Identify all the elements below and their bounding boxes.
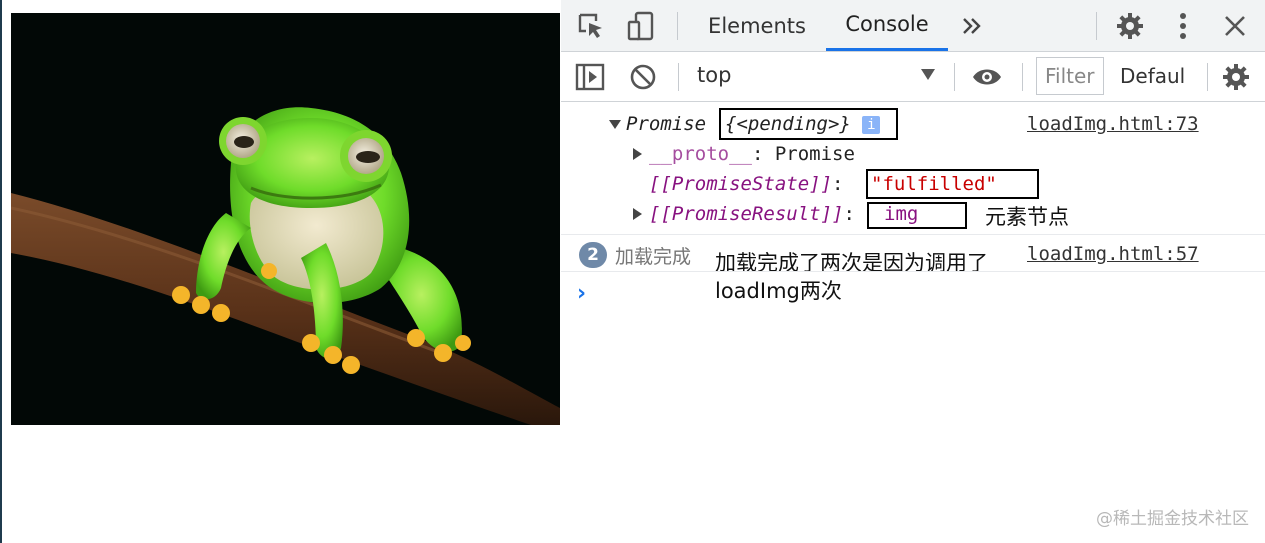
expand-proto-toggle[interactable] — [633, 148, 642, 160]
console-row-separator — [561, 271, 1265, 272]
expand-promise-toggle[interactable] — [609, 120, 621, 129]
promise-label: Promise — [626, 113, 707, 135]
info-icon[interactable]: i — [862, 115, 881, 134]
repeat-count-badge: 2 — [579, 242, 607, 268]
inspect-element-icon[interactable] — [577, 12, 605, 40]
promise-result-key: [[PromiseResult]] — [649, 203, 844, 225]
source-link-73[interactable]: loadImg.html:73 — [1027, 113, 1199, 135]
promise-result-value[interactable]: img — [884, 203, 918, 225]
annotation-load-twice: 加载完成了两次是因为调用了 loadImg两次 — [715, 249, 988, 305]
more-tabs-icon[interactable] — [959, 14, 985, 38]
live-expression-eye-icon[interactable] — [971, 65, 1003, 89]
context-dropdown-arrow-icon[interactable] — [921, 69, 935, 80]
promise-pending-state: {<pending>} i — [725, 113, 881, 135]
window-edge — [0, 0, 2, 543]
watermark: @稀土掘金技术社区 — [1096, 509, 1249, 529]
proto-value: Promise — [774, 143, 855, 165]
promise-state-separator: : — [832, 173, 844, 195]
annotation-line-2: loadImg两次 — [715, 279, 842, 303]
clear-console-icon[interactable] — [629, 63, 657, 91]
log-levels-dropdown[interactable]: Defaul — [1120, 64, 1185, 88]
proto-row: __proto__: Promise — [649, 143, 855, 165]
log-message: 加载完成 — [615, 246, 692, 268]
promise-state-value: "fulfilled" — [871, 173, 997, 195]
promise-result-separator: : — [843, 203, 855, 225]
promise-state-row: [[PromiseState]]: — [649, 173, 843, 195]
promise-state-key: [[PromiseState]] — [649, 173, 833, 195]
console-row-separator — [561, 234, 1265, 235]
promise-result-row: [[PromiseResult]]: — [649, 203, 855, 225]
annotation-element-node: 元素节点 — [985, 205, 1069, 229]
console-settings-icon[interactable] — [1221, 62, 1251, 92]
proto-key: __proto__ — [649, 143, 752, 165]
device-toggle-icon[interactable] — [627, 11, 657, 41]
settings-icon[interactable] — [1115, 11, 1145, 41]
toolbar-divider — [677, 12, 678, 40]
annotation-line-1: 加载完成了两次是因为调用了 — [715, 251, 988, 275]
proto-separator: : — [751, 143, 775, 165]
filter-input[interactable]: Filter — [1036, 57, 1104, 95]
more-vert-icon[interactable] — [1171, 11, 1195, 41]
show-sidebar-icon[interactable] — [575, 63, 605, 91]
context-selector[interactable]: top — [697, 63, 731, 87]
close-icon[interactable] — [1222, 13, 1248, 39]
source-link-57[interactable]: loadImg.html:57 — [1027, 243, 1199, 265]
console-prompt-chevron-icon[interactable]: › — [577, 281, 586, 306]
tab-console[interactable]: Console — [826, 0, 948, 51]
toolbar-divider — [954, 63, 955, 91]
frog-image — [11, 13, 560, 425]
toolbar-divider — [1096, 12, 1097, 40]
toolbar-divider — [678, 63, 679, 91]
devtools-panel: Elements Console top Filter Defaul Promi… — [561, 0, 1265, 543]
expand-result-toggle[interactable] — [633, 208, 642, 220]
toolbar-divider — [1207, 63, 1208, 91]
tab-elements[interactable]: Elements — [695, 0, 819, 51]
pending-text: {<pending>} — [725, 113, 851, 135]
devtools-main-toolbar: Elements Console — [561, 0, 1265, 52]
toolbar-divider — [1022, 63, 1023, 91]
